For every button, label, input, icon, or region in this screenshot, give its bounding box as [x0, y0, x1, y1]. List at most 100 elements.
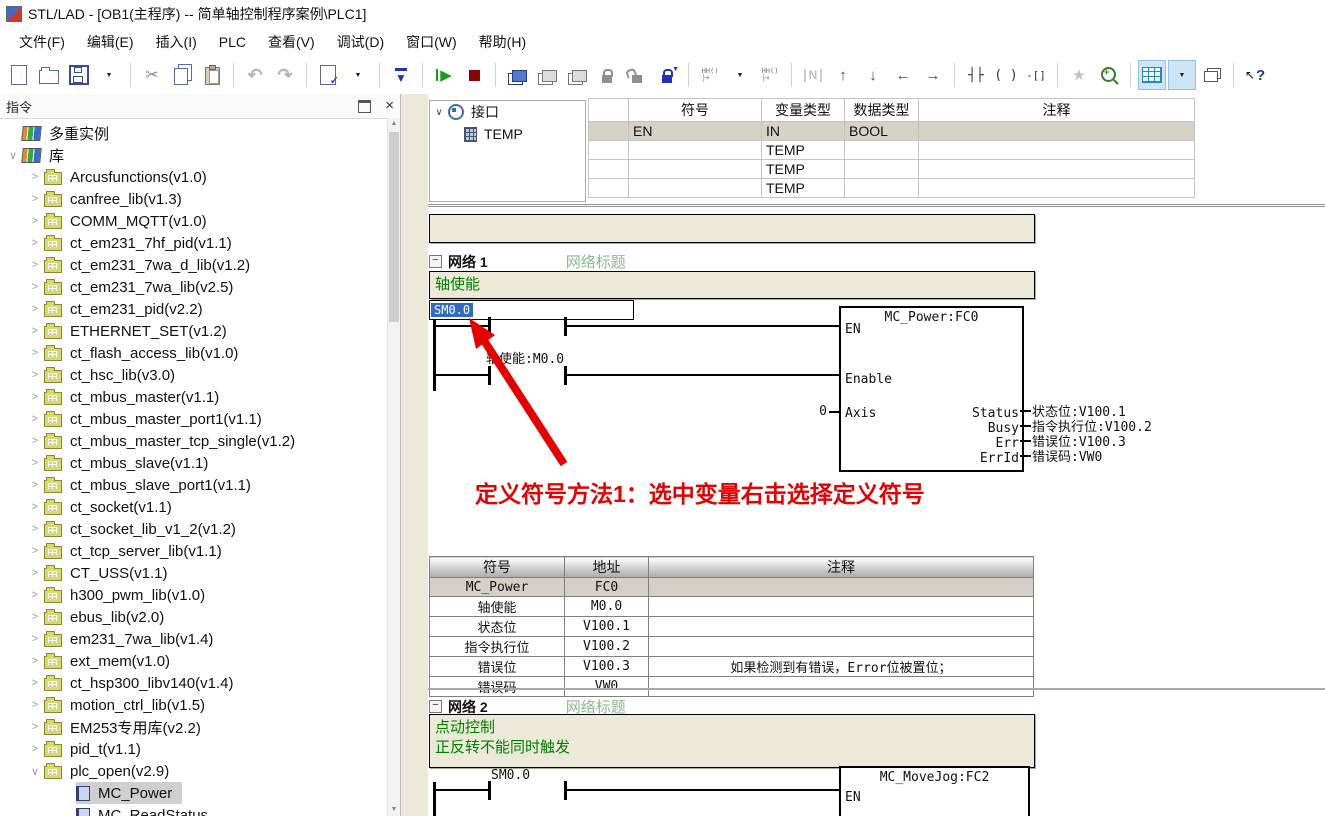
tree-item[interactable]: >ct_socket(v1.1): [0, 496, 388, 518]
symbol-cell[interactable]: FC0: [565, 578, 649, 597]
network2-comment-box[interactable]: 点动控制 正反转不能同时触发: [429, 714, 1035, 768]
chevron-icon[interactable]: >: [26, 391, 44, 403]
chevron-icon[interactable]: >: [26, 215, 44, 227]
contact-leg[interactable]: [488, 781, 491, 800]
chevron-icon[interactable]: >: [26, 237, 44, 249]
favorites-button[interactable]: ★: [1066, 61, 1092, 89]
variable-cell[interactable]: [629, 141, 762, 160]
symbol-cell[interactable]: [649, 637, 1034, 657]
pin-err[interactable]: Err: [996, 436, 1019, 451]
chevron-icon[interactable]: >: [26, 413, 44, 425]
contact-button[interactable]: ┤├: [963, 61, 989, 89]
symbol-row[interactable]: 状态位V100.1: [430, 617, 1034, 637]
row-selector[interactable]: [589, 160, 629, 179]
scrollbar-thumb[interactable]: [389, 132, 399, 322]
close-icon[interactable]: ×: [385, 99, 394, 113]
variable-cell[interactable]: [629, 179, 762, 198]
menu-item[interactable]: 插入(I): [145, 28, 208, 56]
tree-item[interactable]: >COMM_MQTT(v1.0): [0, 210, 388, 232]
chevron-icon[interactable]: >: [26, 743, 44, 755]
move-up-button[interactable]: ↑: [830, 61, 856, 89]
tree-item[interactable]: >ct_em231_pid(v2.2): [0, 298, 388, 320]
scroll-down-icon[interactable]: ▼: [388, 804, 400, 816]
symbol-row[interactable]: 指令执行位V100.2: [430, 637, 1034, 657]
wire-right-button[interactable]: →: [920, 61, 946, 89]
tree-item[interactable]: >ct_hsp300_libv140(v1.4): [0, 672, 388, 694]
pin-status[interactable]: Status: [972, 406, 1019, 421]
coil-button[interactable]: ( ): [993, 61, 1019, 89]
variable-cell[interactable]: TEMP: [762, 141, 845, 160]
chevron-icon[interactable]: >: [26, 545, 44, 557]
sidebar-scrollbar[interactable]: ▲ ▼: [387, 118, 400, 816]
chevron-icon[interactable]: >: [26, 699, 44, 711]
chevron-icon[interactable]: >: [26, 457, 44, 469]
variable-cell[interactable]: [919, 141, 1195, 160]
tree-item[interactable]: >h300_pwm_lib(v1.0): [0, 584, 388, 606]
tree-item[interactable]: >ct_em231_7wa_d_lib(v1.2): [0, 254, 388, 276]
chevron-icon[interactable]: >: [26, 479, 44, 491]
symbol-cell[interactable]: 错误码: [430, 677, 565, 697]
tree-item[interactable]: >ct_mbus_master_port1(v1.1): [0, 408, 388, 430]
chevron-icon[interactable]: ∨: [4, 149, 22, 162]
chevron-icon[interactable]: >: [26, 611, 44, 623]
chevron-icon[interactable]: >: [26, 347, 44, 359]
variable-cell[interactable]: [845, 141, 919, 160]
menu-item[interactable]: 窗口(W): [395, 28, 468, 56]
system-block-button[interactable]: [504, 61, 530, 89]
tree-item[interactable]: >ct_hsc_lib(v3.0): [0, 364, 388, 386]
symbol-cell[interactable]: M0.0: [565, 597, 649, 617]
variable-cell[interactable]: [845, 179, 919, 198]
pin-en[interactable]: EN: [845, 322, 861, 337]
chevron-down-icon[interactable]: ∨: [430, 107, 448, 118]
symbol-cell[interactable]: 指令执行位: [430, 637, 565, 657]
variable-row[interactable]: TEMP: [589, 160, 1195, 179]
output-annotation[interactable]: 错误码:VW0: [1020, 448, 1102, 463]
box-button[interactable]: -[]: [1023, 61, 1049, 89]
chevron-icon[interactable]: >: [26, 325, 44, 337]
chevron-icon[interactable]: >: [26, 633, 44, 645]
menu-item[interactable]: PLC: [208, 30, 257, 54]
tree-item[interactable]: >ct_em231_7wa_lib(v2.5): [0, 276, 388, 298]
symbol-cell[interactable]: 轴使能: [430, 597, 565, 617]
variable-cell[interactable]: [845, 160, 919, 179]
tree-item[interactable]: >ETHERNET_SET(v1.2): [0, 320, 388, 342]
variable-cell[interactable]: [629, 160, 762, 179]
save-button[interactable]: [66, 61, 92, 89]
undo-button[interactable]: ↶: [242, 61, 268, 89]
symbol-row[interactable]: MC_PowerFC0: [430, 578, 1034, 597]
variable-cell[interactable]: BOOL: [845, 122, 919, 141]
chevron-icon[interactable]: >: [26, 655, 44, 667]
variable-cell[interactable]: TEMP: [762, 160, 845, 179]
variable-cell[interactable]: [919, 122, 1195, 141]
tree-item[interactable]: 多重实例: [0, 122, 388, 144]
new-file-button[interactable]: [6, 61, 32, 89]
tree-item[interactable]: >CT_USS(v1.1): [0, 562, 388, 584]
axis-constant[interactable]: 0: [809, 404, 827, 419]
symbol-cell[interactable]: 状态位: [430, 617, 565, 637]
network2-contact-label[interactable]: SM0.0: [491, 768, 530, 783]
collapse-network-icon[interactable]: [429, 255, 442, 268]
compile-button[interactable]: [315, 61, 341, 89]
paste-button[interactable]: [199, 61, 225, 89]
menu-item[interactable]: 调试(D): [326, 28, 395, 56]
row-selector[interactable]: [589, 179, 629, 198]
stop-button[interactable]: [461, 61, 487, 89]
interface-root-row[interactable]: ∨ 接口: [430, 101, 585, 123]
pin-errid[interactable]: ErrId: [980, 451, 1019, 466]
symbol-cell[interactable]: MC_Power: [430, 578, 565, 597]
collapse-network-icon[interactable]: [429, 700, 442, 713]
symbol-cell[interactable]: [649, 677, 1034, 697]
tree-item[interactable]: >ext_mem(v1.0): [0, 650, 388, 672]
tree-item[interactable]: >EM253专用库(v2.2): [0, 716, 388, 738]
variable-cell[interactable]: TEMP: [762, 179, 845, 198]
tree-item[interactable]: >ct_mbus_master(v1.1): [0, 386, 388, 408]
symbol-cell[interactable]: 错误位: [430, 657, 565, 677]
tree-item[interactable]: >pid_t(v1.1): [0, 738, 388, 760]
chevron-icon[interactable]: >: [26, 589, 44, 601]
pin-busy[interactable]: Busy: [988, 421, 1019, 436]
tree-item[interactable]: >ct_flash_access_lib(v1.0): [0, 342, 388, 364]
chevron-icon[interactable]: >: [26, 501, 44, 513]
interface-temp-row[interactable]: TEMP: [430, 123, 585, 145]
symbol-cell[interactable]: [649, 617, 1034, 637]
tree-item[interactable]: >ct_mbus_master_tcp_single(v1.2): [0, 430, 388, 452]
